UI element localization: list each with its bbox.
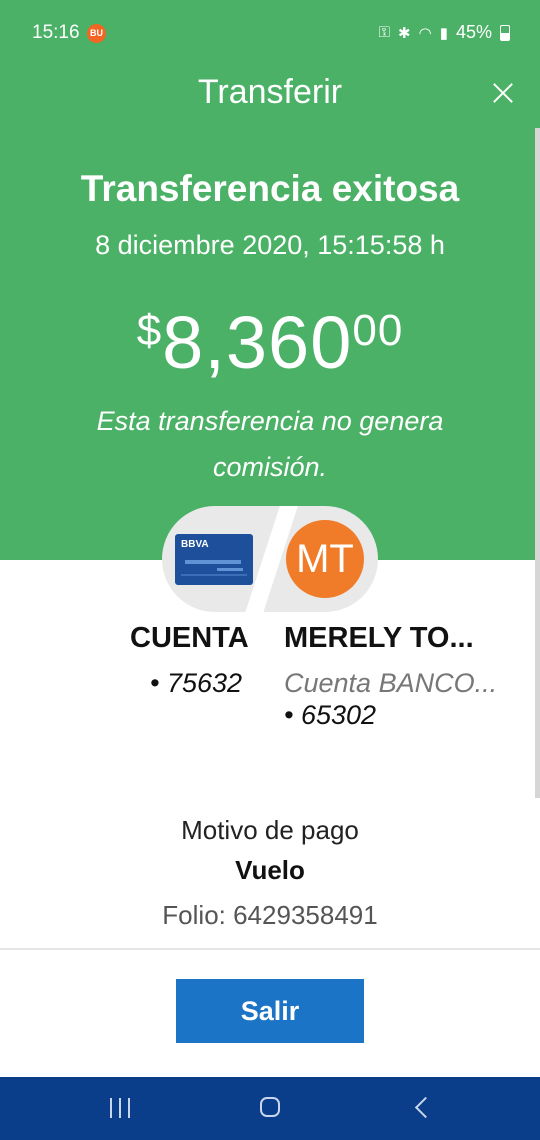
battery-icon (500, 24, 510, 41)
key-icon: ⚿ (378, 24, 391, 41)
card-stripe (185, 560, 241, 564)
home-icon[interactable] (260, 1097, 280, 1117)
payment-reason-label: Motivo de pago (181, 815, 359, 845)
card-stripe (217, 568, 243, 571)
success-header: Transferir Transferencia exitosa 8 dicie… (0, 70, 540, 560)
bbva-card-icon: BBVA (175, 534, 253, 585)
notification-app-icon: BU (87, 24, 106, 43)
recent-apps-icon[interactable] (110, 1098, 132, 1118)
recipient-bank: Cuenta BANCO... (284, 668, 498, 698)
divider (0, 948, 540, 950)
source-account-title: CUENTA (130, 622, 249, 654)
accounts-pill: BBVA MT (162, 506, 378, 612)
card-brand: BBVA (181, 539, 209, 550)
success-heading: Transferencia exitosa (80, 168, 460, 209)
scrollbar[interactable] (535, 128, 540, 798)
page-title: Transferir (197, 73, 343, 111)
status-bar: 15:16 BU ⚿ ✱ ◠ ▮ 45% (0, 0, 540, 70)
amount-cents: 00 (352, 306, 404, 355)
exit-button[interactable]: Salir (176, 979, 364, 1043)
recipient-avatar: MT (286, 520, 364, 598)
amount-whole: 8,360 (162, 301, 353, 384)
recipient-account-number: • 65302 (284, 700, 377, 730)
folio-number: Folio: 6429358491 (162, 900, 378, 930)
battery-percent: 45% (455, 22, 492, 42)
status-icons: ⚿ ✱ ◠ ▮ 45% (379, 22, 510, 43)
bluetooth-icon: ✱ (398, 24, 411, 42)
card-stripe (181, 574, 247, 576)
amount-currency: $ (136, 306, 163, 355)
signal-icon: ▮ (439, 24, 448, 42)
close-icon[interactable] (488, 78, 518, 108)
wifi-icon: ◠ (418, 24, 432, 42)
system-nav-bar (0, 1077, 540, 1140)
payment-reason-value: Vuelo (235, 855, 305, 885)
source-account-number: • 75632 (150, 668, 243, 698)
back-icon[interactable] (414, 1096, 437, 1119)
fee-note: Esta transferencia no genera comisión. (96, 406, 444, 482)
recipient-name: MERELY TO... (284, 622, 474, 654)
status-time: 15:16 (32, 22, 80, 43)
transfer-date: 8 diciembre 2020, 15:15:58 h (95, 230, 445, 260)
transfer-amount: $8,36000 (0, 300, 540, 385)
